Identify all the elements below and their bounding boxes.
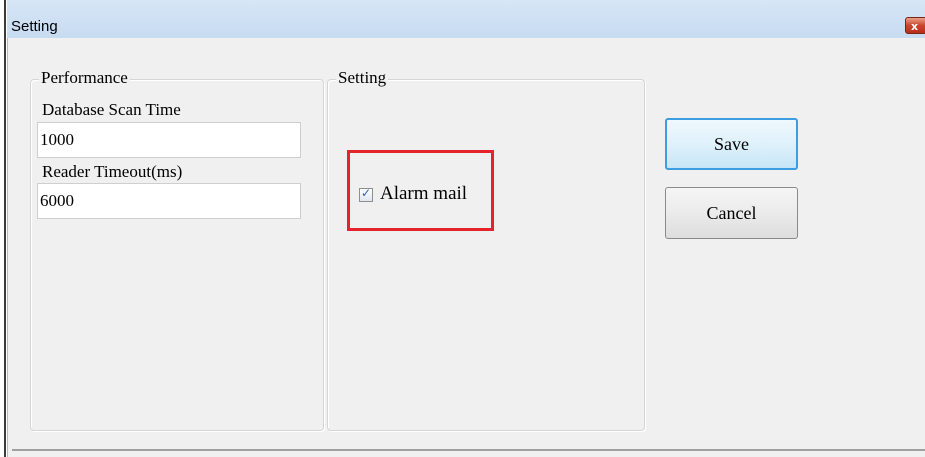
alarm-mail-checkbox[interactable]: ✓ [359, 186, 373, 202]
setting-dialog: Setting x Performance Database Scan Time… [7, 0, 925, 457]
cancel-button[interactable]: Cancel [665, 187, 798, 239]
setting-group: Setting [327, 68, 645, 431]
window-title: Setting [11, 18, 58, 35]
performance-group-title: Performance [39, 68, 130, 88]
timeout-label: Reader Timeout(ms) [42, 162, 183, 181]
close-icon: x [911, 20, 919, 33]
save-button[interactable]: Save [665, 118, 798, 170]
timeout-input[interactable] [37, 183, 301, 219]
left-window-edge [0, 0, 7, 457]
setting-group-title: Setting [336, 68, 389, 88]
alarm-mail-label[interactable]: Alarm mail [380, 183, 467, 205]
close-button[interactable]: x [905, 17, 925, 34]
scan-time-input[interactable] [37, 122, 301, 158]
checkmark-icon: ✓ [361, 186, 372, 200]
scan-time-label: Database Scan Time [42, 100, 181, 119]
bottom-border [12, 449, 925, 451]
title-bar: Setting x [7, 0, 925, 38]
